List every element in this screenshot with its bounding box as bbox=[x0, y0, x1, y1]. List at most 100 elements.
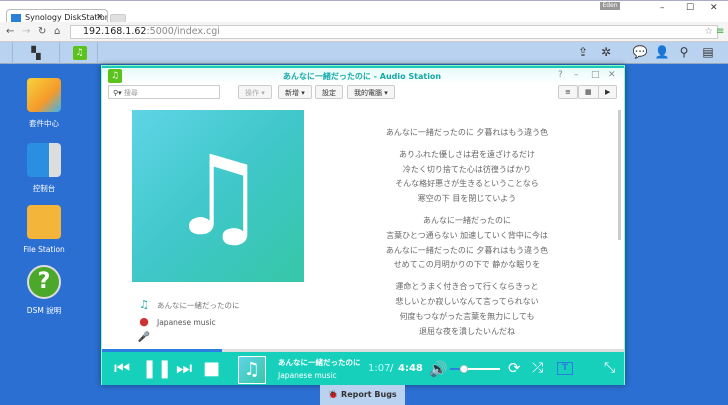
desktop-icon-label: 控制台 bbox=[32, 184, 56, 193]
lyric-line: 運命とうまく付き合って行くならきっと bbox=[395, 282, 539, 292]
maximize-icon[interactable]: □ bbox=[591, 70, 600, 80]
maximize-icon[interactable]: ☐ bbox=[686, 3, 694, 13]
back-icon[interactable]: ← bbox=[6, 26, 14, 37]
star-icon[interactable]: ☆ bbox=[704, 26, 713, 38]
desktop-package-center[interactable]: 套件中心 bbox=[14, 78, 74, 129]
search-placeholder: 搜尋 bbox=[123, 89, 138, 97]
mini-cover: ♫ bbox=[238, 356, 266, 384]
lyric-line: 何度もつながった言葉を無力にしても bbox=[399, 311, 535, 321]
help-icon: ? bbox=[27, 265, 61, 299]
lyric-line: そんな格好悪さが生きるということなら bbox=[395, 179, 539, 189]
close-icon[interactable]: ✕ bbox=[710, 3, 718, 13]
widgets-icon[interactable]: ▤ bbox=[700, 45, 716, 61]
add-button[interactable]: 新增 ▾ bbox=[278, 85, 312, 99]
current-time: 1:07 bbox=[368, 363, 391, 374]
lyric-line: 退屈な夜を潰したいんだね bbox=[419, 326, 515, 336]
notifications-icon[interactable]: 💬 bbox=[632, 45, 648, 61]
now-playing-view-button[interactable]: ▶ bbox=[598, 85, 618, 99]
lyric-line: ありふれた優しさは君を遠ざけるだけ bbox=[399, 149, 535, 159]
background-tasks-icon[interactable]: ✲ bbox=[598, 45, 614, 61]
forward-icon[interactable]: → bbox=[22, 26, 30, 37]
disc-icon: ● bbox=[139, 315, 149, 328]
close-tab-icon[interactable]: ✕ bbox=[96, 12, 103, 21]
desktop-control-panel[interactable]: 控制台 bbox=[14, 143, 74, 194]
desktop-file-station[interactable]: File Station bbox=[14, 205, 74, 254]
pause-icon[interactable]: ❚❚ bbox=[142, 358, 172, 379]
music-note-icon: ♫ bbox=[139, 298, 149, 311]
taskbar-audio-station[interactable]: ♫ bbox=[62, 42, 98, 64]
close-icon[interactable]: ✕ bbox=[608, 70, 616, 80]
desktop-icon-label: DSM 說明 bbox=[26, 306, 62, 315]
report-bugs-button[interactable]: 🐞 Report Bugs bbox=[320, 385, 405, 405]
url-input[interactable]: 192.168.1.62:5000/index.cgi ☆ bbox=[70, 25, 718, 39]
window-title: あんなに一緒だったのに - Audio Station bbox=[282, 72, 442, 81]
player-song-title: あんなに一緒だったのに bbox=[278, 358, 361, 367]
desktop-dsm-help[interactable]: ? DSM 說明 bbox=[14, 265, 74, 316]
main-menu-button[interactable]: ▚ bbox=[12, 42, 60, 64]
previous-icon[interactable]: ⏮ bbox=[114, 358, 130, 379]
next-icon[interactable]: ⏭ bbox=[176, 358, 192, 379]
repeat-icon[interactable]: ⟳ bbox=[508, 359, 521, 377]
album-name: Japanese music bbox=[157, 318, 216, 327]
audio-station-icon: ♫ bbox=[108, 69, 122, 83]
grid-icon: ▚ bbox=[31, 46, 41, 60]
report-bugs-label: Report Bugs bbox=[341, 390, 397, 399]
list-view-button[interactable]: ≡ bbox=[558, 85, 578, 99]
song-title-row: ♫ あんなに一緒だったのに bbox=[137, 298, 240, 311]
song-title: あんなに一緒だったのに bbox=[157, 301, 240, 310]
volume-slider[interactable] bbox=[450, 365, 500, 373]
audio-station-icon: ♫ bbox=[72, 46, 87, 60]
desktop-icon-label: 套件中心 bbox=[29, 119, 59, 128]
player-album: Japanese music bbox=[278, 371, 337, 380]
url-host: 192.168.1.62 bbox=[83, 26, 147, 37]
stop-icon[interactable]: ■ bbox=[203, 358, 220, 379]
help-icon[interactable]: ? bbox=[558, 70, 563, 80]
album-row: ● Japanese music bbox=[137, 315, 216, 328]
synology-favicon-icon bbox=[11, 14, 21, 22]
package-center-icon bbox=[27, 78, 61, 112]
lyric-line: あんなに一緒だったのに 夕暮れはもう違う色 bbox=[385, 128, 549, 137]
lyric-line: 寒空の下 目を閉じていよう bbox=[417, 194, 517, 204]
url-path: :5000/index.cgi bbox=[146, 26, 220, 37]
action-button[interactable]: 操作 ▾ bbox=[238, 85, 272, 99]
audio-station-window: ♫ あんなに一緒だったのに - Audio Station ? – □ ✕ ⚲▾… bbox=[101, 65, 625, 385]
lyric-line: 冷たく切り捨てた心は彷徨うばかり bbox=[402, 164, 532, 174]
scrollbar[interactable] bbox=[618, 110, 621, 240]
player-bar: ⏮ ❚❚ ⏭ ■ ♫ あんなに一緒だったのに Japanese music 1:… bbox=[102, 352, 624, 385]
total-time: 4:48 bbox=[398, 363, 423, 374]
browser-tab-bar: Synology DiskStation ✕ Eden – ☐ ✕ bbox=[0, 0, 728, 25]
file-station-icon bbox=[27, 205, 61, 239]
lyrics-toggle-icon[interactable]: T bbox=[557, 362, 573, 375]
upload-icon[interactable]: ⇪ bbox=[575, 45, 591, 61]
control-panel-icon bbox=[27, 143, 61, 177]
artist-row: 🎤 bbox=[137, 332, 157, 343]
user-badge: Eden bbox=[600, 2, 620, 10]
bug-icon: 🐞 bbox=[328, 390, 342, 399]
microphone-icon: 🎤 bbox=[137, 332, 151, 343]
window-titlebar[interactable]: ♫ あんなに一緒だったのに - Audio Station ? – □ ✕ bbox=[102, 66, 624, 83]
album-cover: ♫ bbox=[132, 110, 304, 282]
volume-icon[interactable]: 🔊 bbox=[429, 360, 448, 378]
shuffle-icon[interactable]: ⤮ bbox=[532, 360, 543, 376]
lyric-line: あんなに一緒だったのに 夕暮れはもう違う色 bbox=[385, 245, 549, 255]
home-icon[interactable]: ⌂ bbox=[54, 26, 60, 37]
music-note-icon: ♫ bbox=[168, 132, 268, 260]
lyric-line: 悲しいとか寂しいなんて言ってられない bbox=[395, 296, 539, 306]
desktop-icon-label: File Station bbox=[23, 245, 65, 254]
search-icon[interactable]: ⚲ bbox=[676, 45, 692, 61]
address-bar-row: ← → ↻ ⌂ 192.168.1.62:5000/index.cgi ☆ ≡ bbox=[0, 22, 728, 42]
lyrics-panel: あんなに一緒だったのに 夕暮れはもう違う色 ありふれた優しさは君を遠ざけるだけ 冷た… bbox=[342, 126, 592, 339]
dsm-taskbar: ▚ ♫ ⇪ ✲ 💬 👤 ⚲ ▤ bbox=[0, 42, 728, 64]
minimize-icon[interactable]: – bbox=[660, 3, 665, 13]
reload-icon[interactable]: ↻ bbox=[38, 26, 46, 37]
lyric-line: せめてこの月明かりの下で 静かな眠りを bbox=[393, 260, 541, 270]
search-input[interactable]: ⚲▾ 搜尋 bbox=[108, 85, 220, 99]
lyric-line: 言葉ひとつ通らない 加速していく背中に今は bbox=[386, 230, 548, 240]
settings-button[interactable]: 設定 bbox=[315, 85, 343, 99]
grid-view-button[interactable]: ▦ bbox=[578, 85, 599, 99]
collapse-icon[interactable]: ⤡ bbox=[604, 360, 615, 376]
my-computer-button[interactable]: 我的電腦 ▾ bbox=[347, 85, 395, 99]
minimize-icon[interactable]: – bbox=[574, 70, 579, 80]
menu-icon[interactable]: ≡ bbox=[716, 26, 724, 37]
user-icon[interactable]: 👤 bbox=[654, 45, 670, 61]
